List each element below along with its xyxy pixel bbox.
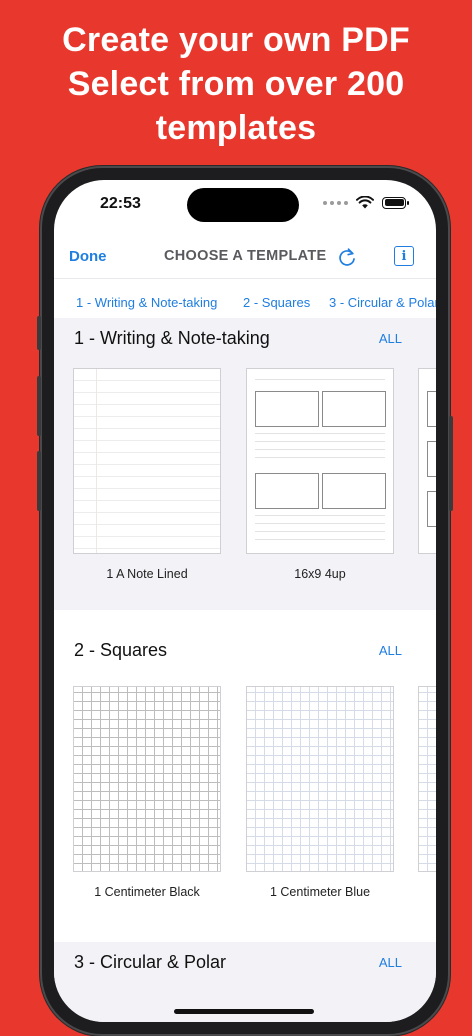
wifi-icon [356, 196, 374, 209]
template-thumbnail-lined[interactable] [73, 368, 221, 554]
headline-line-3: templates [155, 109, 317, 147]
promo-headline: Create your own PDF Select from over 200… [0, 18, 472, 150]
navigation-bar: Done CHOOSE A TEMPLATE i [54, 234, 436, 278]
signal-icon [323, 200, 348, 205]
section-header-circular: 3 - Circular & Polar ALL [54, 942, 436, 982]
category-tabs: 1 - Writing & Note-taking 2 - Squares 3 … [54, 278, 436, 319]
see-all-button[interactable]: ALL [379, 955, 402, 970]
silent-switch [37, 316, 41, 350]
template-name: 1 Centimeter Blue [269, 885, 371, 899]
template-thumbnail-16x9-4up[interactable] [246, 368, 394, 554]
template-card[interactable]: 1 Centimeter Blue [246, 686, 394, 899]
status-icons [323, 196, 409, 209]
tab-writing-note-taking[interactable]: 1 - Writing & Note-taking [76, 295, 217, 310]
section-templates-circular [54, 982, 436, 1022]
section-title: 2 - Squares [74, 640, 168, 660]
template-thumbnail-partial[interactable] [418, 368, 436, 554]
phone-frame: 22:53 Done CHOOSE A TEMPLATE i 1 - Writi… [37, 166, 453, 1036]
template-card-partial[interactable] [418, 686, 436, 872]
template-card[interactable]: 16x9 4up [246, 368, 394, 581]
template-card[interactable]: 1 A Note Lined [73, 368, 221, 581]
section-title: 1 - Writing & Note-taking [74, 328, 270, 348]
template-name: 16x9 4up [294, 567, 346, 581]
volume-down-button [37, 451, 41, 511]
info-icon[interactable]: i [394, 246, 414, 266]
section-title: 3 - Circular & Polar [74, 952, 227, 972]
power-button [449, 416, 453, 511]
home-indicator[interactable] [174, 1009, 314, 1014]
template-thumbnail-grid-blue[interactable] [246, 686, 394, 872]
volume-up-button [37, 376, 41, 436]
tab-circular-polar[interactable]: 3 - Circular & Polar [329, 295, 436, 310]
headline-line-1: Create your own PDF [62, 21, 410, 59]
section-header-writing: 1 - Writing & Note-taking ALL [54, 318, 436, 358]
refresh-icon[interactable] [336, 246, 358, 268]
template-name: 1 A Note Lined [106, 567, 188, 581]
template-card-partial[interactable] [418, 368, 436, 554]
section-templates-squares: 1 Centimeter Black 1 Centimeter Blue [54, 676, 436, 922]
dynamic-island [187, 188, 299, 222]
template-thumbnail-partial[interactable] [418, 686, 436, 872]
battery-icon [382, 196, 409, 209]
see-all-button[interactable]: ALL [379, 643, 402, 658]
phone-screen: 22:53 Done CHOOSE A TEMPLATE i 1 - Writi… [54, 180, 436, 1022]
section-templates-writing: 1 A Note Lined 16x9 4up [54, 358, 436, 610]
template-name: 1 Centimeter Black [94, 885, 200, 899]
status-time: 22:53 [100, 195, 141, 212]
tab-squares[interactable]: 2 - Squares [243, 295, 310, 310]
headline-line-2: Select from over 200 [67, 65, 405, 103]
status-bar: 22:53 [54, 180, 436, 234]
template-card[interactable]: 1 Centimeter Black [73, 686, 221, 899]
section-header-squares: 2 - Squares ALL [54, 630, 436, 670]
template-thumbnail-grid-black[interactable] [73, 686, 221, 872]
page-title: CHOOSE A TEMPLATE [164, 248, 327, 264]
see-all-button[interactable]: ALL [379, 331, 402, 346]
done-button[interactable]: Done [69, 248, 107, 265]
